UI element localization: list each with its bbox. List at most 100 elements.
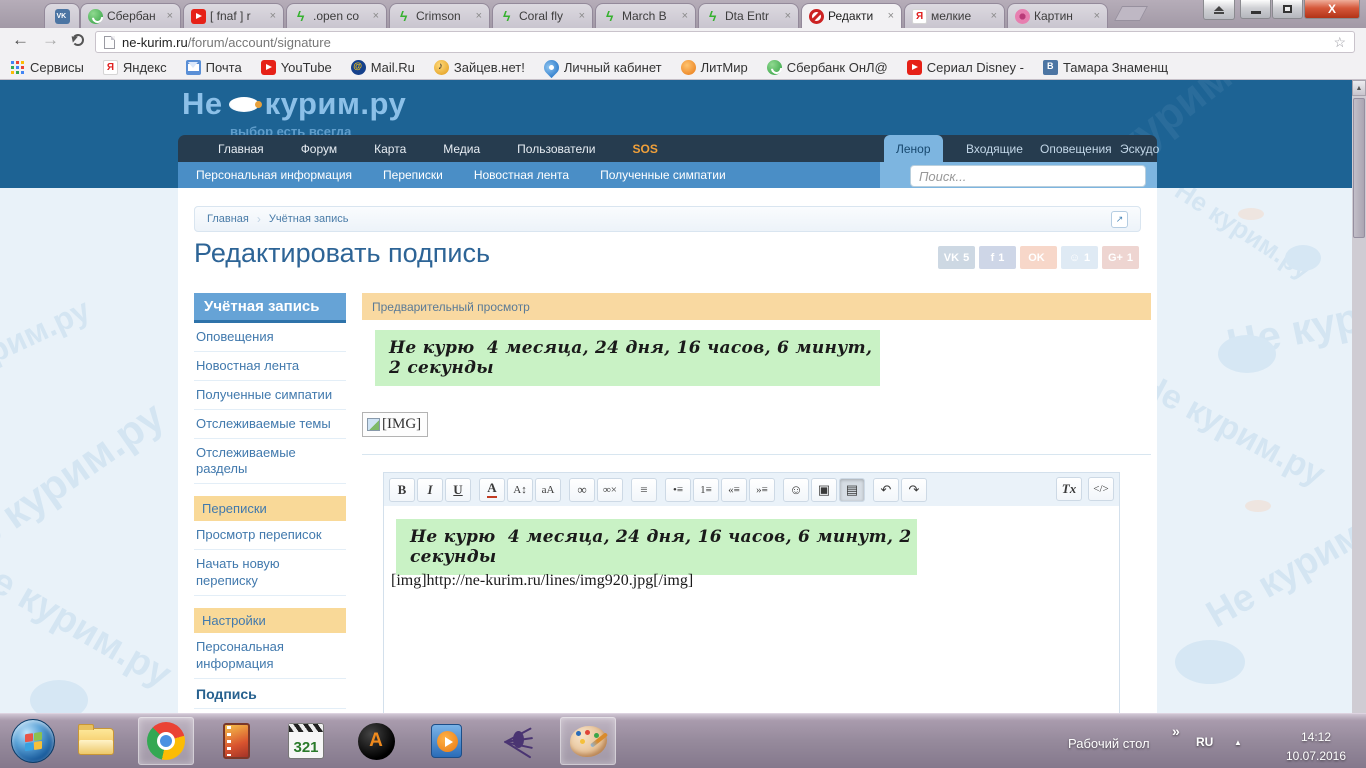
start-button[interactable] — [11, 719, 55, 763]
window-minimize-button[interactable] — [1240, 0, 1271, 19]
taskbar-chrome-button[interactable] — [138, 717, 194, 765]
back-button[interactable]: ← — [12, 30, 29, 50]
bookmark-services[interactable]: Сервисы — [10, 60, 84, 75]
toolbar-chevron-icon[interactable]: » — [1172, 723, 1180, 739]
tab-close-icon[interactable]: × — [167, 10, 173, 22]
sidebar-link-watched-forums[interactable]: Отслеживаемые разделы — [194, 439, 346, 485]
insert-link-button[interactable]: ∞ — [569, 477, 595, 502]
url-text[interactable]: ne-kurim.ru/forum/account/signature — [122, 35, 331, 50]
bookmark-tamara[interactable]: Тамара Знаменщ — [1042, 59, 1168, 75]
browser-tab[interactable]: .open co × — [286, 3, 387, 28]
address-bar[interactable]: ne-kurim.ru/forum/account/signature ☆ — [95, 31, 1355, 53]
subnav-likes[interactable]: Полученные симпатии — [600, 168, 726, 182]
undo-button[interactable]: ↶ — [873, 477, 899, 502]
tray-expand-icon[interactable]: ▲ — [1234, 738, 1242, 747]
scroll-up-arrow-icon[interactable]: ▲ — [1352, 80, 1366, 96]
desktop-toolbar-label[interactable]: Рабочий стол — [1068, 736, 1150, 751]
reload-button[interactable] — [72, 34, 84, 46]
tab-close-icon[interactable]: × — [373, 10, 379, 22]
taskbar-paint-button[interactable] — [560, 717, 616, 765]
bookmark-sberbank[interactable]: Сбербанк ОнЛ@ — [766, 59, 888, 75]
outdent-button[interactable]: «≡ — [721, 477, 747, 502]
page-scrollbar[interactable]: ▲ — [1352, 80, 1366, 713]
subnav-conversations[interactable]: Переписки — [383, 168, 443, 182]
taskbar-video-editor-button[interactable] — [208, 717, 264, 765]
user-tab-inbox[interactable]: Входящие — [966, 135, 1023, 162]
font-size-button[interactable]: A↕ — [507, 477, 533, 502]
numbered-list-button[interactable]: 1≡ — [693, 477, 719, 502]
tab-close-icon[interactable]: × — [888, 10, 894, 22]
bookmark-mailru[interactable]: Mail.Ru — [350, 59, 415, 75]
underline-button[interactable]: U — [445, 477, 471, 502]
browser-tab-active[interactable]: Редакти × — [801, 3, 902, 28]
eject-button[interactable] — [1203, 0, 1235, 20]
browser-tab-pinned-vk[interactable] — [44, 3, 80, 28]
share-icon[interactable]: ↗ — [1111, 210, 1128, 228]
bookmark-yandex[interactable]: Яндекс — [102, 59, 167, 75]
search-input[interactable] — [910, 165, 1146, 187]
taskbar-mpc-button[interactable]: 321 — [278, 717, 334, 765]
tab-close-icon[interactable]: × — [682, 10, 688, 22]
tab-close-icon[interactable]: × — [579, 10, 585, 22]
bullet-list-button[interactable]: •≡ — [665, 477, 691, 502]
nav-item-media[interactable]: Медиа — [443, 142, 480, 156]
googleplus-share-button[interactable]: G+ 1 — [1102, 246, 1139, 269]
bookmark-disney[interactable]: Сериал Disney - — [906, 59, 1024, 75]
smilies-button[interactable]: ☺ — [783, 477, 809, 502]
bookmark-mail[interactable]: Почта — [185, 59, 242, 75]
alignment-button[interactable]: ≡ — [631, 477, 657, 502]
sidebar-link-likes[interactable]: Полученные симпатии — [194, 381, 346, 410]
user-tab-eskudo[interactable]: Эскудо — [1120, 135, 1159, 162]
bookmark-youtube[interactable]: YouTube — [260, 59, 332, 75]
nav-item-map[interactable]: Карта — [374, 142, 406, 156]
nav-item-sos[interactable]: SOS — [633, 142, 658, 156]
insert-image-button[interactable]: ▣ — [811, 477, 837, 502]
bbcode-text[interactable]: [img]http://ne-kurim.ru/lines/img920.jpg… — [391, 572, 693, 590]
window-maximize-button[interactable] — [1272, 0, 1303, 19]
italic-button[interactable]: I — [417, 477, 443, 502]
subnav-news-feed[interactable]: Новостная лента — [474, 168, 569, 182]
breadcrumb-home[interactable]: Главная — [207, 213, 249, 225]
vk-share-button[interactable]: VK 5 — [938, 246, 975, 269]
bookmark-star-icon[interactable]: ☆ — [1333, 34, 1346, 51]
forward-button[interactable]: → — [42, 30, 59, 50]
sidebar-link-watched-threads[interactable]: Отслеживаемые темы — [194, 410, 346, 439]
nav-item-users[interactable]: Пользователи — [517, 142, 595, 156]
language-indicator[interactable]: RU — [1196, 735, 1213, 749]
new-tab-button[interactable] — [1114, 6, 1148, 21]
taskbar-spider-solitaire-button[interactable] — [490, 717, 546, 765]
taskbar-aimp-button[interactable]: A — [348, 717, 404, 765]
sidebar-link-personal-info[interactable]: Персональная информация — [194, 633, 346, 679]
redo-button[interactable]: ↷ — [901, 477, 927, 502]
text-color-button[interactable]: A — [479, 477, 505, 502]
sidebar-link-start-conversation[interactable]: Начать новую переписку — [194, 550, 346, 597]
remove-link-button[interactable]: ∞× — [597, 477, 623, 502]
browser-tab[interactable]: Dta Entr × — [698, 3, 799, 28]
browser-tab[interactable]: [ fnaf ] r × — [183, 3, 284, 28]
user-tab-alerts[interactable]: Оповещения — [1040, 135, 1112, 162]
taskbar-explorer-button[interactable] — [68, 717, 124, 765]
window-close-button[interactable]: X — [1304, 0, 1360, 19]
facebook-share-button[interactable]: f1 — [979, 246, 1016, 269]
moimir-share-button[interactable]: ☺ 1 — [1061, 246, 1098, 269]
sidebar-link-signature[interactable]: Подпись — [194, 679, 346, 709]
remove-formatting-button[interactable]: Tx — [1056, 477, 1082, 501]
nav-item-forum[interactable]: Форум — [301, 142, 337, 156]
tab-close-icon[interactable]: × — [785, 10, 791, 22]
odnoklassniki-share-button[interactable]: OK — [1020, 246, 1057, 269]
browser-tab[interactable]: March B × — [595, 3, 696, 28]
editor-content[interactable]: Не курю 4 месяца, 24 дня, 16 часов, 6 ми… — [384, 506, 1119, 713]
sidebar-link-contact-info[interactable]: Контактная информация — [194, 709, 346, 713]
browser-tab[interactable]: Картин × — [1007, 3, 1108, 28]
scrollbar-thumb[interactable] — [1353, 98, 1365, 238]
sidebar-link-view-conversations[interactable]: Просмотр переписок — [194, 521, 346, 551]
indent-button[interactable]: »≡ — [749, 477, 775, 502]
taskbar-media-player-button[interactable] — [418, 717, 474, 765]
font-family-button[interactable]: aA — [535, 477, 561, 502]
browser-tab[interactable]: Coral fly × — [492, 3, 593, 28]
sidebar-link-alerts[interactable]: Оповещения — [194, 323, 346, 352]
tab-close-icon[interactable]: × — [1094, 10, 1100, 22]
browser-tab[interactable]: Сбербан × — [80, 3, 181, 28]
breadcrumb-account[interactable]: Учётная запись — [269, 213, 349, 225]
insert-media-button[interactable]: ▤ — [839, 477, 865, 502]
